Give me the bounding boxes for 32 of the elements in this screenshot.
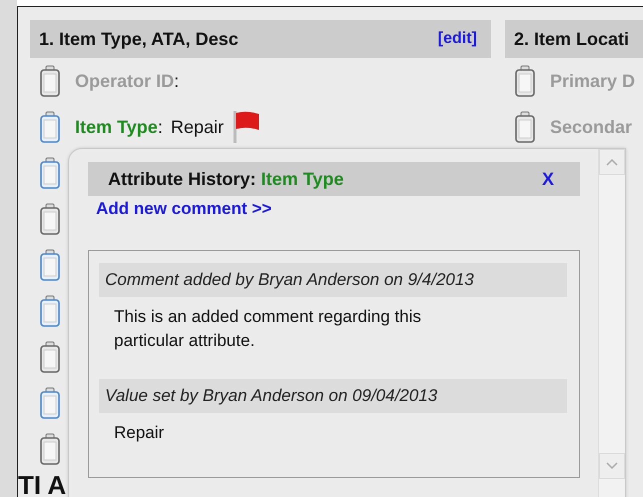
clipboard-icon[interactable]	[39, 249, 61, 281]
close-button[interactable]: X	[542, 168, 554, 190]
edit-link[interactable]: [edit]	[438, 30, 477, 48]
clipboard-icon[interactable]	[39, 387, 61, 419]
clipboard-icon[interactable]	[39, 203, 61, 235]
field-label: Primary D	[550, 70, 636, 92]
clipboard-icon[interactable]	[39, 65, 61, 97]
entry-text: This is an added comment regarding this particular attribute.	[113, 306, 422, 352]
scroll-down-button[interactable]	[599, 453, 625, 479]
chevron-up-icon[interactable]	[606, 158, 618, 166]
field-value: Repair	[170, 116, 224, 138]
field-label: Operator ID:	[75, 70, 180, 92]
entry-heading: Comment added by Bryan Anderson on 9/4/2013	[99, 263, 567, 297]
scroll-up-button[interactable]	[599, 149, 625, 175]
popup-title: Attribute History: Item Type	[108, 168, 344, 190]
section-title: TI A	[18, 470, 66, 497]
clipboard-icon[interactable]	[39, 341, 61, 373]
clipboard-icon[interactable]	[39, 157, 61, 189]
section-title: 2. Item Locati	[514, 28, 630, 50]
clipboard-icon[interactable]	[39, 295, 61, 327]
clipboard-icon[interactable]	[514, 65, 536, 97]
add-comment-link[interactable]: Add new comment >>	[96, 199, 272, 219]
entry-text: Repair	[113, 422, 166, 444]
clipboard-icon[interactable]	[514, 111, 536, 143]
field-label: Item Type:	[75, 116, 163, 138]
entry-heading: Value set by Bryan Anderson on 09/04/2013	[99, 379, 567, 413]
section-title: 1. Item Type, ATA, Desc	[39, 28, 238, 50]
clipboard-icon[interactable]	[39, 433, 61, 465]
field-label: Secondar	[550, 116, 632, 138]
clipboard-icon[interactable]	[39, 111, 61, 143]
chevron-down-icon[interactable]	[606, 462, 618, 470]
scrollbar[interactable]	[598, 149, 625, 497]
